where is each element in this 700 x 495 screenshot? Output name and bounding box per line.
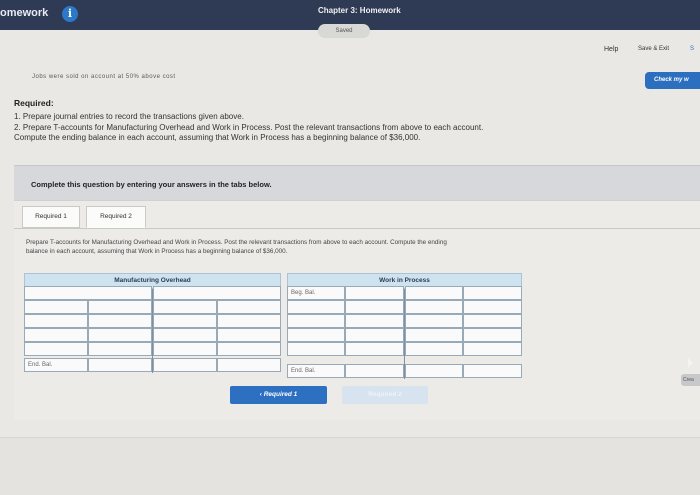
overhead-debit-ref-5[interactable]	[24, 342, 88, 356]
tab-required-2[interactable]: Required 2	[86, 206, 146, 228]
chevron-left-icon: ‹	[259, 391, 262, 398]
overhead-credit-amount-4[interactable]	[217, 328, 281, 342]
overhead-end-bal-label-cell[interactable]: End. Bal.	[24, 358, 88, 372]
question-text-cutoff: Jobs were sold on account at 50% above c…	[32, 74, 176, 80]
wip-credit-ref-4[interactable]	[405, 328, 463, 342]
caret-right-icon	[688, 358, 693, 368]
app-title: omework	[0, 7, 49, 19]
instructions-text: Complete this question by entering your …	[31, 180, 272, 189]
required-item-1: 1. Prepare journal entries to record the…	[14, 112, 244, 121]
wip-debit-amount-2[interactable]	[345, 300, 404, 314]
overhead-debit-ref-3[interactable]	[24, 314, 88, 328]
overhead-debit-amount-5[interactable]	[88, 342, 152, 356]
overhead-debit-cell-1[interactable]	[24, 286, 152, 300]
wip-debit-ref-2[interactable]	[287, 300, 345, 314]
overhead-debit-ref-4[interactable]	[24, 328, 88, 342]
wip-end-bal-label-cell[interactable]: End. Bal.	[287, 364, 345, 378]
tab-required-1[interactable]: Required 1	[22, 206, 80, 228]
wip-credit-amount-4[interactable]	[463, 328, 522, 342]
check-my-work-button[interactable]: Check my w	[645, 72, 700, 89]
overhead-credit-amount-5[interactable]	[217, 342, 281, 356]
wip-debit-ref-4[interactable]	[287, 328, 345, 342]
required-heading: Required:	[14, 98, 54, 108]
wip-credit-ref-1[interactable]	[405, 286, 463, 300]
wip-debit-ref-5[interactable]	[287, 342, 345, 356]
tab-instructions-line-1: Prepare T-accounts for Manufacturing Ove…	[26, 239, 447, 246]
wip-end-bal-label: End. Bal.	[291, 368, 316, 374]
save-exit-button[interactable]: Save & Exit	[638, 46, 669, 52]
tab-divider	[14, 228, 700, 229]
overhead-end-bal-credit[interactable]	[217, 358, 281, 372]
tab-instructions-line-2: balance in each account, assuming that W…	[26, 248, 288, 255]
overhead-credit-ref-3[interactable]	[153, 314, 217, 328]
wip-beg-bal-label-cell[interactable]: Beg. Bal.	[287, 286, 345, 300]
overhead-end-bal-debit[interactable]	[88, 358, 152, 372]
wip-t-divider	[404, 289, 405, 379]
wip-credit-amount-2[interactable]	[463, 300, 522, 314]
wip-credit-ref-5[interactable]	[405, 342, 463, 356]
overhead-credit-ref-4[interactable]	[153, 328, 217, 342]
wip-credit-ref-3[interactable]	[405, 314, 463, 328]
wip-end-bal-credit[interactable]	[463, 364, 522, 378]
overhead-end-bal-credit-ref[interactable]	[153, 358, 217, 372]
wip-debit-ref-3[interactable]	[287, 314, 345, 328]
overhead-debit-amount-3[interactable]	[88, 314, 152, 328]
wip-credit-ref-2[interactable]	[405, 300, 463, 314]
wip-debit-amount-3[interactable]	[345, 314, 404, 328]
overhead-credit-ref-5[interactable]	[153, 342, 217, 356]
overhead-t-divider	[152, 289, 153, 373]
info-icon[interactable]: i	[62, 6, 78, 22]
wip-end-bal-credit-ref[interactable]	[405, 364, 463, 378]
overhead-debit-amount-4[interactable]	[88, 328, 152, 342]
wip-debit-amount-4[interactable]	[345, 328, 404, 342]
side-tab[interactable]: Crea	[681, 374, 700, 386]
overhead-credit-cell-1[interactable]	[153, 286, 281, 300]
saved-status-badge: Saved	[318, 24, 370, 38]
overhead-debit-ref-2[interactable]	[24, 300, 88, 314]
prev-required-button[interactable]: ‹ Required 1	[230, 386, 327, 404]
wip-credit-amount-1[interactable]	[463, 286, 522, 300]
overhead-credit-ref-2[interactable]	[153, 300, 217, 314]
submit-link[interactable]: S	[690, 46, 694, 52]
wip-debit-amount-5[interactable]	[345, 342, 404, 356]
overhead-credit-amount-2[interactable]	[217, 300, 281, 314]
chapter-title: Chapter 3: Homework	[318, 6, 401, 15]
wip-beg-bal-label: Beg. Bal.	[291, 290, 316, 296]
wip-credit-amount-3[interactable]	[463, 314, 522, 328]
overhead-end-bal-label: End. Bal.	[28, 362, 53, 368]
required-item-2: 2. Prepare T-accounts for Manufacturing …	[14, 123, 484, 132]
prev-button-label: Required 1	[263, 391, 298, 398]
wip-beg-bal-amount[interactable]	[345, 286, 404, 300]
wip-end-bal-debit[interactable]	[345, 364, 404, 378]
next-required-button[interactable]: Required 2	[342, 386, 428, 404]
wip-credit-amount-5[interactable]	[463, 342, 522, 356]
overhead-credit-amount-3[interactable]	[217, 314, 281, 328]
help-link[interactable]: Help	[604, 46, 618, 53]
overhead-debit-amount-2[interactable]	[88, 300, 152, 314]
bottom-area	[0, 437, 700, 495]
required-item-2-cont: Compute the ending balance in each accou…	[14, 133, 421, 142]
